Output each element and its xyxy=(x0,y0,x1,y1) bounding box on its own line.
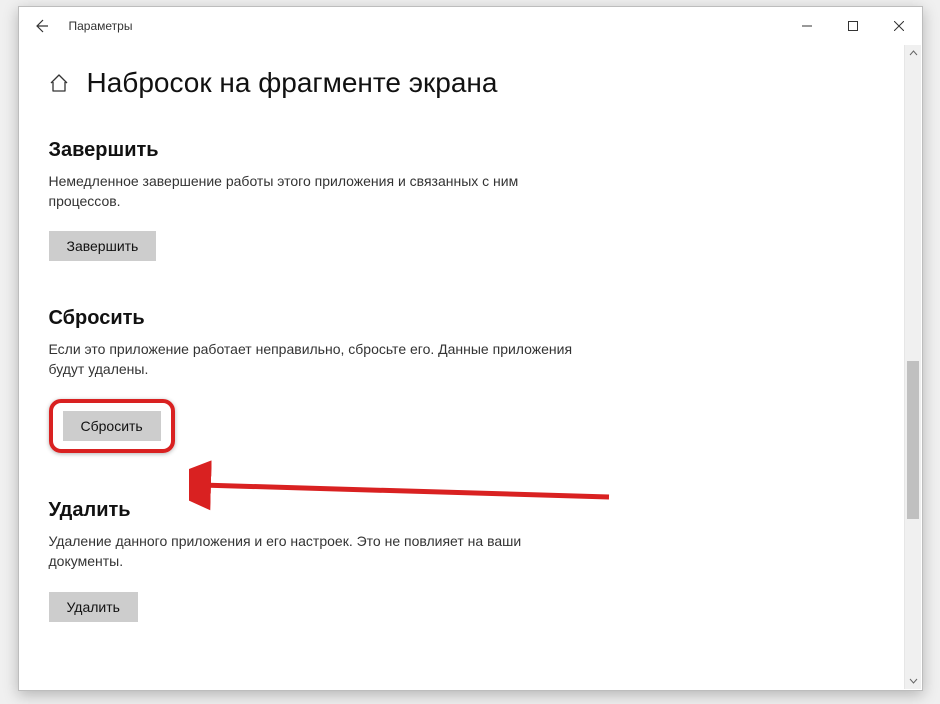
back-button[interactable] xyxy=(19,7,63,45)
maximize-button[interactable] xyxy=(830,7,876,45)
reset-section: Сбросить Если это приложение работает не… xyxy=(49,307,659,453)
uninstall-desc: Удаление данного приложения и его настро… xyxy=(49,532,589,571)
window-title: Параметры xyxy=(69,19,133,33)
maximize-icon xyxy=(848,21,858,31)
content-area: Набросок на фрагменте экрана Завершить Н… xyxy=(19,45,922,690)
vertical-scrollbar[interactable] xyxy=(904,45,921,689)
scrollbar-up-button[interactable] xyxy=(905,45,922,62)
minimize-icon xyxy=(802,21,812,31)
settings-window: Параметры Набросок на фрагменте экрана xyxy=(18,6,923,691)
titlebar: Параметры xyxy=(19,7,922,45)
terminate-section: Завершить Немедленное завершение работы … xyxy=(49,139,659,261)
scrollbar-track[interactable] xyxy=(905,62,921,672)
terminate-desc: Немедленное завершение работы этого прил… xyxy=(49,172,589,211)
close-button[interactable] xyxy=(876,7,922,45)
chevron-up-icon xyxy=(909,49,918,58)
page-header: Набросок на фрагменте экрана xyxy=(49,67,659,99)
page-title: Набросок на фрагменте экрана xyxy=(87,67,498,99)
home-icon[interactable] xyxy=(49,73,69,93)
uninstall-section: Удалить Удаление данного приложения и ег… xyxy=(49,499,659,621)
scrollbar-thumb[interactable] xyxy=(907,361,919,520)
reset-button[interactable]: Сбросить xyxy=(63,411,161,441)
close-icon xyxy=(894,21,904,31)
window-controls xyxy=(784,7,922,45)
reset-desc: Если это приложение работает неправильно… xyxy=(49,340,589,379)
terminate-title: Завершить xyxy=(49,139,659,162)
uninstall-title: Удалить xyxy=(49,499,659,522)
terminate-button[interactable]: Завершить xyxy=(49,231,157,261)
arrow-left-icon xyxy=(33,18,49,34)
reset-title: Сбросить xyxy=(49,307,659,330)
reset-highlight: Сбросить xyxy=(49,399,175,453)
minimize-button[interactable] xyxy=(784,7,830,45)
uninstall-button[interactable]: Удалить xyxy=(49,592,138,622)
scrollbar-down-button[interactable] xyxy=(905,672,922,689)
chevron-down-icon xyxy=(909,676,918,685)
home-icon-svg xyxy=(49,73,69,93)
